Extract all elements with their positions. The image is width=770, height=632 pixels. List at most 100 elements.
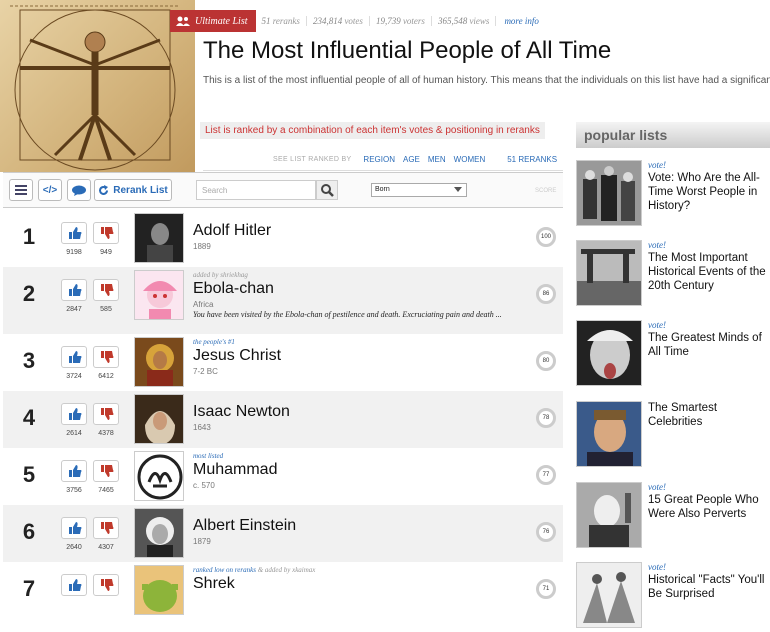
item-meta: most listed (193, 452, 223, 460)
item-subtitle: c. 570 (193, 481, 215, 490)
jesus-icon-painting[interactable] (134, 337, 184, 387)
score-column-label: SCORE (535, 188, 557, 194)
popular-list-title[interactable]: The Greatest Minds of All Time (648, 331, 766, 359)
popular-list-item[interactable]: vote! Vote: Who Are the All-Time Worst P… (576, 160, 764, 230)
chevron-down-icon (454, 187, 462, 192)
list-toolbar: </> Rerank List Search Born SCORE (3, 172, 563, 208)
item-name[interactable]: Ebola-chan (193, 280, 274, 298)
downvote-button[interactable] (93, 517, 119, 539)
speech-bubble-icon (72, 185, 86, 196)
vote-tag[interactable]: vote! (648, 320, 666, 330)
filter-region[interactable]: REGION (363, 155, 395, 164)
anime-character-image[interactable] (134, 270, 184, 320)
popular-list-item[interactable]: vote! Historical "Facts" You'll Be Surpr… (576, 562, 764, 632)
menu-icon (15, 185, 27, 195)
item-name[interactable]: Isaac Newton (193, 403, 290, 421)
list-view-button[interactable] (9, 179, 33, 201)
rank-number: 4 (22, 405, 36, 430)
portrait-photo[interactable] (134, 213, 184, 263)
einstein-tongue-photo[interactable] (576, 320, 642, 386)
item-added-by: added by shriekhag (193, 271, 248, 279)
celebrity-photo[interactable] (576, 401, 642, 467)
item-subtitle: 1643 (193, 423, 211, 432)
calligraphy-emblem[interactable] (134, 451, 184, 501)
vote-tag[interactable]: vote! (648, 562, 666, 572)
downvote-button[interactable] (93, 346, 119, 368)
search-input[interactable]: Search (196, 180, 316, 200)
embed-button[interactable]: </> (38, 179, 62, 201)
downvote-button[interactable] (93, 403, 119, 425)
thumbs-up-icon (69, 284, 82, 296)
item-name[interactable]: Adolf Hitler (193, 222, 271, 240)
filter-reranks[interactable]: 51 RERANKS (507, 155, 557, 164)
einstein-photo[interactable] (134, 508, 184, 558)
hero-image (0, 0, 195, 172)
downvote-button[interactable] (93, 222, 119, 244)
vote-tag[interactable]: vote! (648, 482, 666, 492)
filter-women[interactable]: WOMEN (454, 155, 486, 164)
item-name[interactable]: Muhammad (193, 461, 277, 479)
item-tag[interactable]: most listed (193, 452, 223, 460)
upvote-button[interactable] (61, 403, 87, 425)
search-button[interactable] (316, 180, 338, 200)
item-subtitle: 1889 (193, 242, 211, 251)
popular-list-title[interactable]: 15 Great People Who Were Also Perverts (648, 493, 766, 521)
popular-list-item[interactable]: The Smartest Celebrities (576, 401, 764, 471)
item-tag[interactable]: the people's #1 (193, 338, 235, 346)
item-name[interactable]: Albert Einstein (193, 517, 296, 535)
popular-list-item[interactable]: vote! The Greatest Minds of All Time (576, 320, 764, 390)
ultimate-list-badge[interactable]: Ultimate List (170, 10, 256, 32)
list-item: 2 2847 585 added by shriekhag Ebola-chan… (3, 267, 563, 334)
upvote-button[interactable] (61, 222, 87, 244)
downvote-button[interactable] (93, 460, 119, 482)
more-info-link[interactable]: more info (496, 16, 538, 26)
downvote-button[interactable] (93, 574, 119, 596)
popular-list-item[interactable]: vote! The Most Important Historical Even… (576, 240, 766, 310)
item-meta: added by shriekhag (193, 271, 248, 279)
vote-tag[interactable]: vote! (648, 240, 666, 250)
downvote-button[interactable] (93, 279, 119, 301)
popular-list-item[interactable]: vote! 15 Great People Who Were Also Perv… (576, 482, 764, 552)
popular-list-title[interactable]: The Most Important Historical Events of … (648, 251, 766, 293)
upvote-button[interactable] (61, 346, 87, 368)
thumbs-down-icon (101, 408, 114, 420)
historical-illustration[interactable] (576, 562, 642, 628)
rank-number: 6 (22, 519, 36, 544)
item-added-by: & added by xkaimax (257, 566, 316, 574)
list-description: This is a list of the most influential p… (203, 75, 770, 86)
rerank-list-button[interactable]: Rerank List (94, 179, 172, 201)
thumbs-up-icon (69, 351, 82, 363)
downvote-count: 4378 (98, 430, 114, 437)
badge-label: Ultimate List (195, 15, 248, 27)
item-name[interactable]: Shrek (193, 575, 235, 593)
voters-stat: 19,739 voters (370, 16, 432, 26)
item-name[interactable]: Jesus Christ (193, 347, 281, 365)
filter-age[interactable]: AGE (403, 155, 420, 164)
ruined-city-photo[interactable] (576, 240, 642, 306)
upvote-button[interactable] (61, 279, 87, 301)
popular-list-title[interactable]: Vote: Who Are the All-Time Worst People … (648, 171, 766, 213)
ranked-by-label: SEE LIST RANKED BY (273, 155, 352, 163)
embed-label: </> (42, 184, 58, 196)
comment-button[interactable] (67, 179, 91, 201)
score-badge: 71 (536, 579, 556, 599)
newton-portrait[interactable] (134, 394, 184, 444)
thumbs-up-icon (69, 579, 82, 591)
downvote-count: 7465 (98, 487, 114, 494)
votes-stat: 234,814 votes (307, 16, 370, 26)
thumbs-up-icon (69, 465, 82, 477)
item-tag[interactable]: ranked low on reranks (193, 566, 256, 574)
popular-list-title[interactable]: The Smartest Celebrities (648, 401, 766, 429)
kennedy-photo[interactable] (576, 482, 642, 548)
filter-men[interactable]: MEN (428, 155, 446, 164)
vote-tag[interactable]: vote! (648, 160, 666, 170)
upvote-button[interactable] (61, 460, 87, 482)
upvote-button[interactable] (61, 574, 87, 596)
shrek-image[interactable] (134, 565, 184, 615)
world-leaders-photo[interactable] (576, 160, 642, 226)
popular-list-title[interactable]: Historical "Facts" You'll Be Surprised (648, 573, 766, 601)
list-item: 3 3724 6412 the people's #1 Jesus Christ… (3, 334, 563, 391)
score-badge: 77 (536, 465, 556, 485)
upvote-button[interactable] (61, 517, 87, 539)
sort-select[interactable]: Born (371, 183, 467, 197)
